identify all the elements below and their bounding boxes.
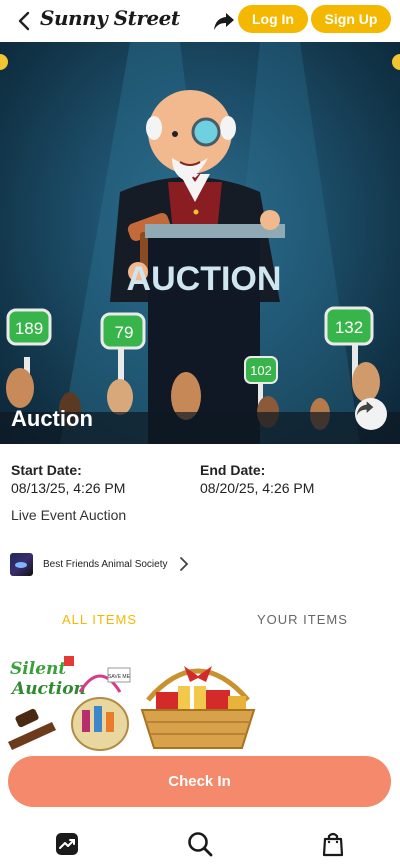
organization-name: Best Friends Animal Society [43, 558, 168, 570]
end-date-label: End Date: [200, 462, 266, 478]
end-date-value: 08/20/25, 4:26 PM [200, 480, 315, 496]
shopping-bag-icon[interactable] [319, 830, 347, 858]
end-date-block: End Date: 08/20/25, 4:26 PM [200, 462, 314, 496]
check-in-button[interactable]: Check In [8, 756, 391, 807]
item-tabs: ALL ITEMS YOUR ITEMS [0, 604, 400, 638]
organization-logo [10, 552, 33, 576]
app-header: Sunny Street Log In Sign Up [0, 0, 400, 42]
auction-hero-banner: AUCTION 189 79 102 132 Auction [0, 42, 400, 444]
start-date-label: Start Date: [11, 462, 82, 478]
start-date-block: Start Date: 08/13/25, 4:26 PM [11, 462, 125, 496]
search-icon[interactable] [186, 830, 214, 858]
svg-text:Auction: Auction [10, 679, 86, 699]
tab-all-items[interactable]: ALL ITEMS [62, 612, 137, 627]
app-logo[interactable]: Sunny Street [40, 6, 180, 30]
share-icon[interactable] [212, 9, 236, 33]
item-card-silent-auction[interactable]: Silent Auction SAVE ME [8, 652, 132, 752]
chevron-right-icon [179, 557, 188, 571]
share-icon [356, 401, 374, 416]
item-card-gift-basket[interactable] [136, 652, 260, 752]
trending-icon[interactable] [53, 830, 81, 858]
start-date-value: 08/13/25, 4:26 PM [11, 480, 126, 496]
silent-auction-image: Silent Auction SAVE ME [8, 652, 132, 752]
svg-text:189: 189 [15, 319, 43, 338]
svg-text:Silent: Silent [10, 659, 66, 679]
hero-share-button[interactable] [355, 398, 387, 430]
bottom-navigation [0, 820, 400, 868]
svg-text:132: 132 [335, 318, 363, 337]
svg-text:SAVE ME: SAVE ME [108, 674, 131, 680]
podium-label: AUCTION [127, 260, 282, 298]
login-button[interactable]: Log In [238, 5, 308, 33]
gift-basket-image [136, 652, 260, 752]
tab-your-items[interactable]: YOUR ITEMS [257, 612, 348, 627]
signup-button[interactable]: Sign Up [311, 5, 391, 33]
organization-link[interactable]: Best Friends Animal Society [10, 551, 190, 577]
svg-text:102: 102 [250, 363, 272, 378]
auctioneer-illustration: AUCTION 189 79 102 132 [0, 42, 400, 444]
svg-text:79: 79 [115, 323, 134, 342]
auction-title: Auction [11, 406, 93, 431]
back-arrow-icon[interactable] [14, 10, 36, 32]
event-type: Live Event Auction [11, 507, 127, 523]
